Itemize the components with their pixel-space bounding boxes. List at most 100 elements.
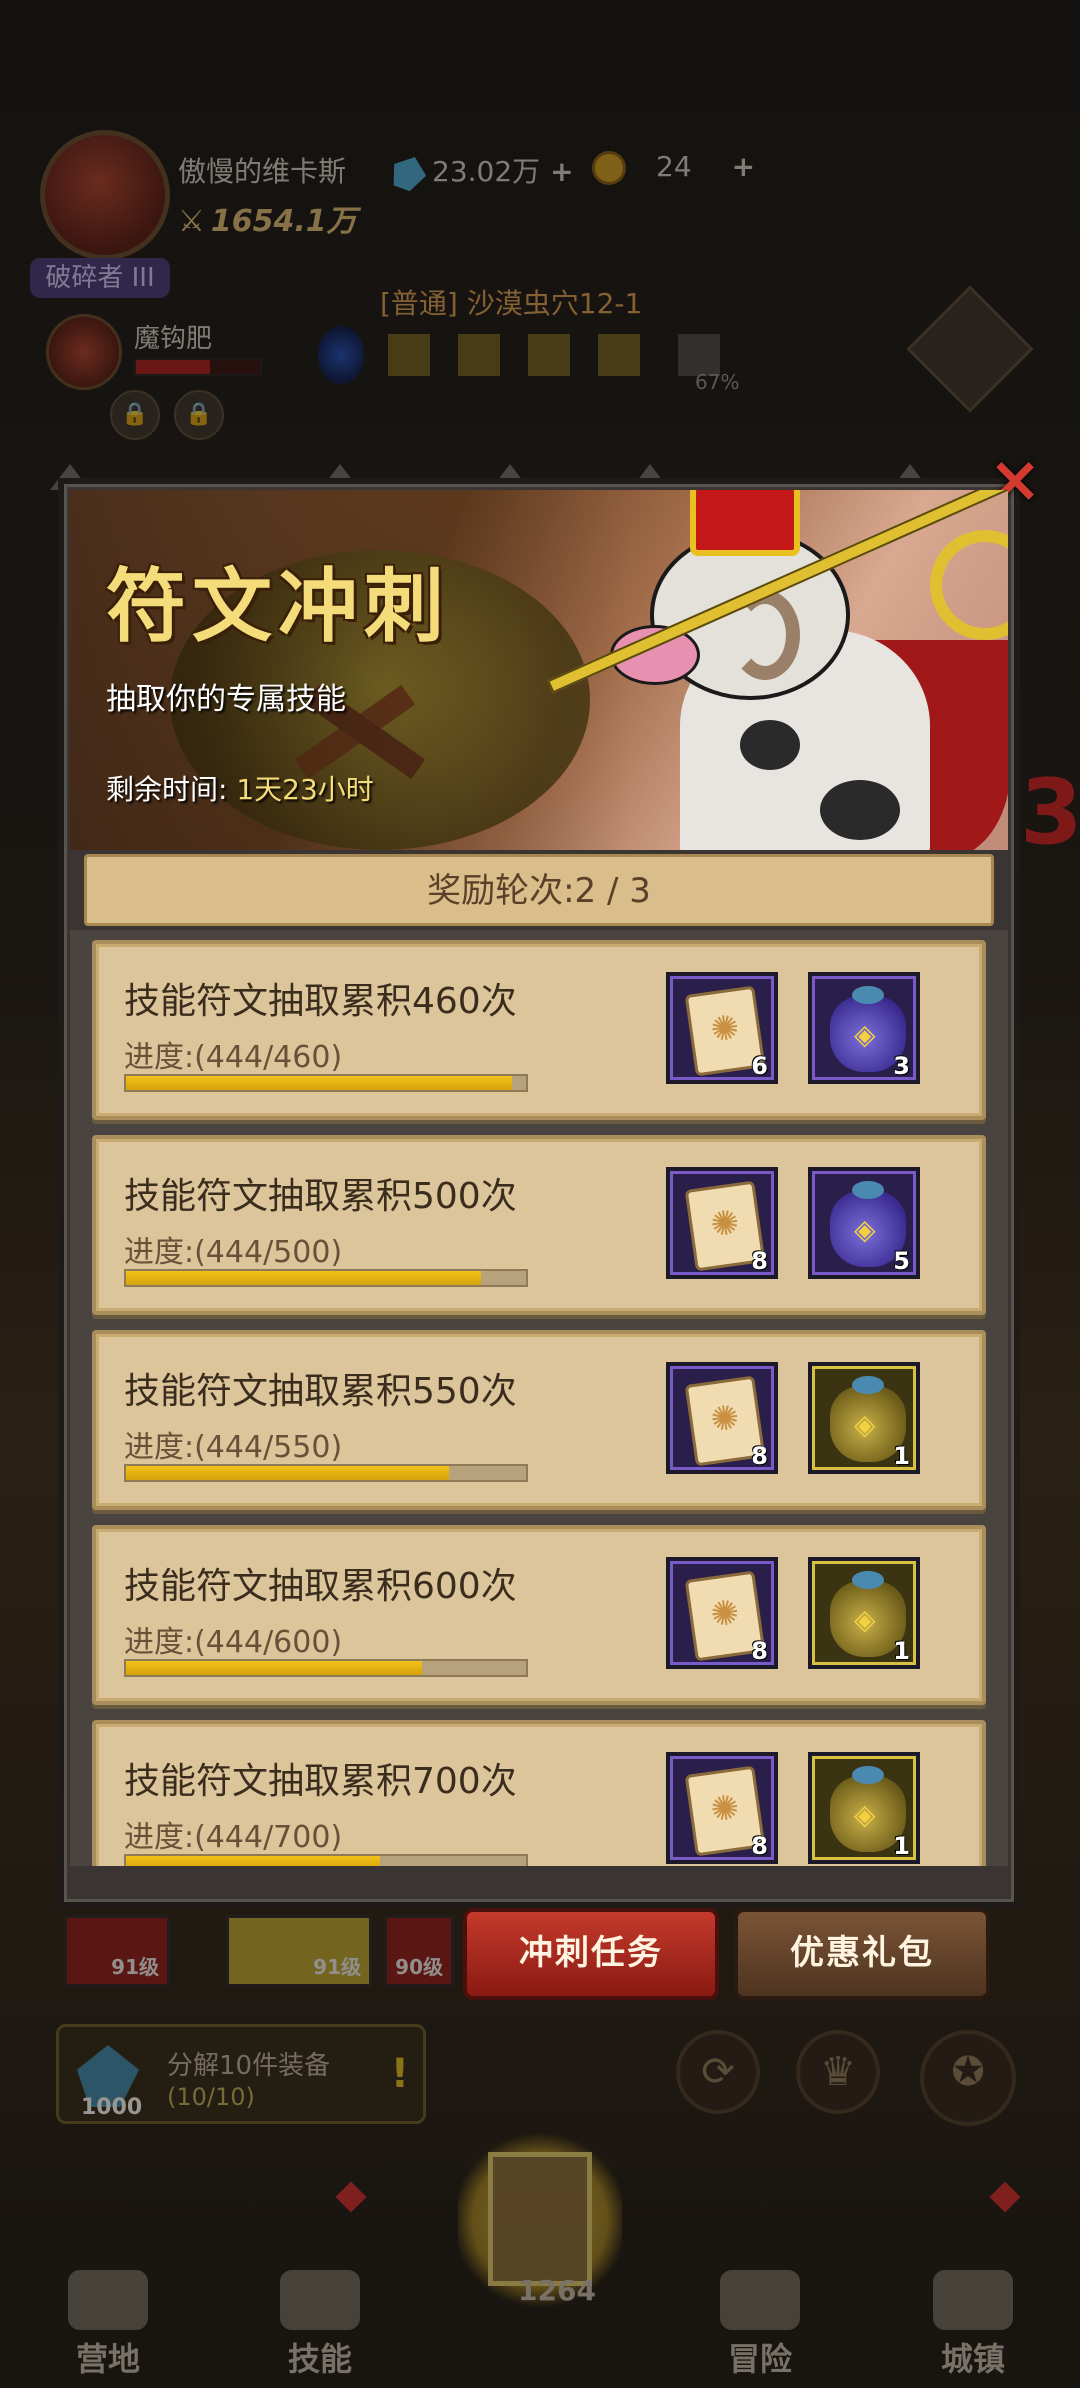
event-subtitle: 抽取你的专属技能 xyxy=(106,682,346,717)
event-banner: 符文冲刺 抽取你的专属技能 剩余时间: 1天23小时 xyxy=(70,490,1008,850)
reward-slot[interactable]: 1 xyxy=(808,1362,920,1474)
crossed-swords-icon: ⚔ xyxy=(178,204,205,239)
task-row: 技能符文抽取累积500次 进度:(444/500) 8 5 xyxy=(92,1135,986,1315)
gem-icon xyxy=(387,151,431,195)
reward-slot[interactable]: 5 xyxy=(808,1167,920,1279)
remaining-time-label: 剩余时间: xyxy=(106,773,237,806)
crown-icon[interactable]: ♛ xyxy=(796,2030,880,2114)
event-title: 符文冲刺 xyxy=(106,559,450,653)
gem-amount: 23.02万 xyxy=(432,155,541,188)
crown-icon xyxy=(690,490,800,556)
task-progress-bar xyxy=(124,1269,528,1287)
task-list[interactable]: 技能符文抽取累积460次 进度:(444/460) 6 3 技能符文抽取累积50… xyxy=(70,930,1008,1866)
nav-skills-label: 技能 xyxy=(287,2340,352,2378)
lock-icon: 🔒 xyxy=(174,390,224,440)
gem-resource[interactable]: 23.02万 + xyxy=(392,150,574,190)
reward-slot[interactable]: 8 xyxy=(666,1167,778,1279)
skull-emblem-icon[interactable]: ✪ xyxy=(920,2030,1016,2126)
player-avatar[interactable] xyxy=(40,130,170,260)
reward-count: 8 xyxy=(751,1832,768,1860)
pet-name: 魔钩肥 xyxy=(134,324,213,354)
equipment-card[interactable]: 91级 xyxy=(64,1915,170,1987)
task-progress-bar xyxy=(124,1659,528,1677)
player-name: 傲慢的维卡斯 xyxy=(178,155,347,188)
reward-slot[interactable]: 1 xyxy=(808,1557,920,1669)
refresh-icon[interactable]: ⟳ xyxy=(676,2030,760,2114)
reward-count: 1 xyxy=(893,1637,910,1665)
reward-count: 8 xyxy=(751,1247,768,1275)
add-coins-icon[interactable]: + xyxy=(732,150,755,183)
task-progress-bar xyxy=(124,1854,528,1866)
progress-fill xyxy=(126,1856,380,1866)
spot xyxy=(740,720,800,770)
nav-camp[interactable]: 营地 xyxy=(38,2270,178,2380)
stage-node-icon xyxy=(388,334,430,376)
center-count: 1264 xyxy=(518,2274,596,2307)
portal-icon xyxy=(318,326,364,384)
reward-slot[interactable]: 8 xyxy=(666,1557,778,1669)
coin-amount: 24 xyxy=(656,150,692,183)
remaining-time-value: 1天23小时 xyxy=(236,773,374,806)
decompose-title: 分解10件装备 xyxy=(167,2051,331,2081)
reward-slot[interactable]: 3 xyxy=(808,972,920,1084)
task-progress-bar xyxy=(124,1464,528,1482)
reward-count: 5 xyxy=(893,1247,910,1275)
combat-power: ⚔ 1654.1万 xyxy=(178,196,357,240)
skills-icon xyxy=(280,2270,360,2330)
coin-icon xyxy=(592,151,626,185)
coin-resource[interactable]: 24 + xyxy=(592,150,755,185)
add-gems-icon[interactable]: + xyxy=(550,155,573,188)
alert-icon: ! xyxy=(390,2051,409,2097)
task-row: 技能符文抽取累积460次 进度:(444/460) 6 3 xyxy=(92,940,986,1120)
background-banner-fragment: 3 xyxy=(1020,760,1080,865)
task-title: 技能符文抽取累积550次 xyxy=(124,1371,517,1412)
reward-count: 8 xyxy=(751,1637,768,1665)
task-progress-text: 进度:(444/460) xyxy=(124,1040,343,1075)
task-progress-text: 进度:(444/700) xyxy=(124,1820,343,1855)
progress-fill xyxy=(126,1466,449,1480)
nav-camp-label: 营地 xyxy=(75,2340,140,2378)
cow-king-mascot xyxy=(547,490,1008,850)
castle-icon xyxy=(933,2270,1013,2330)
equipment-card[interactable]: 91级 xyxy=(226,1915,372,1987)
discount-pack-tab[interactable]: 优惠礼包 xyxy=(734,1908,990,2000)
remaining-time: 剩余时间: 1天23小时 xyxy=(106,768,374,808)
task-title: 技能符文抽取累积500次 xyxy=(124,1176,517,1217)
task-progress-text: 进度:(444/600) xyxy=(124,1625,343,1660)
map-icon xyxy=(720,2270,800,2330)
decompose-progress: (10/10) xyxy=(167,2083,255,2111)
task-progress-bar xyxy=(124,1074,528,1092)
sprint-tasks-tab[interactable]: 冲刺任务 xyxy=(463,1908,719,2000)
decompose-quest[interactable]: 1000 分解10件装备 (10/10) ! xyxy=(56,2024,426,2124)
nav-adventure[interactable]: 冒险 xyxy=(690,2270,830,2380)
scepter-head xyxy=(930,530,1008,640)
reward-slot[interactable]: 6 xyxy=(666,972,778,1084)
nav-adventure-label: 冒险 xyxy=(727,2340,792,2378)
pet-health-bar xyxy=(134,358,262,376)
reward-slot[interactable]: 8 xyxy=(666,1752,778,1864)
combat-power-value: 1654.1万 xyxy=(210,204,357,239)
reward-slot[interactable]: 8 xyxy=(666,1362,778,1474)
lock-icon: 🔒 xyxy=(110,390,160,440)
reward-slot[interactable]: 1 xyxy=(808,1752,920,1864)
crystal-qty: 1000 xyxy=(81,2095,143,2120)
reward-count: 3 xyxy=(893,1052,910,1080)
stage-node-icon xyxy=(528,334,570,376)
equipment-level: 91级 xyxy=(111,1955,159,1979)
task-row: 技能符文抽取累积600次 进度:(444/600) 8 1 xyxy=(92,1525,986,1705)
reward-rounds: 奖励轮次:2 / 3 xyxy=(84,854,994,926)
progress-fill xyxy=(126,1271,482,1285)
task-progress-text: 进度:(444/500) xyxy=(124,1235,343,1270)
rank-badge: 破碎者 III xyxy=(30,258,170,298)
equipment-level: 91级 xyxy=(313,1955,361,1979)
reward-count: 1 xyxy=(893,1832,910,1860)
task-title: 技能符文抽取累积460次 xyxy=(124,981,517,1022)
pet-avatar[interactable] xyxy=(46,314,122,390)
nav-center-card[interactable]: 1264 xyxy=(458,2130,622,2310)
progress-fill xyxy=(126,1661,422,1675)
task-row: 技能符文抽取累积700次 进度:(444/700) 8 1 xyxy=(92,1720,986,1866)
task-row: 技能符文抽取累积550次 进度:(444/550) 8 1 xyxy=(92,1330,986,1510)
nav-skills[interactable]: 技能 xyxy=(250,2270,390,2380)
nav-town[interactable]: 城镇 xyxy=(903,2270,1043,2380)
equipment-card[interactable]: 90级 xyxy=(384,1915,454,1987)
